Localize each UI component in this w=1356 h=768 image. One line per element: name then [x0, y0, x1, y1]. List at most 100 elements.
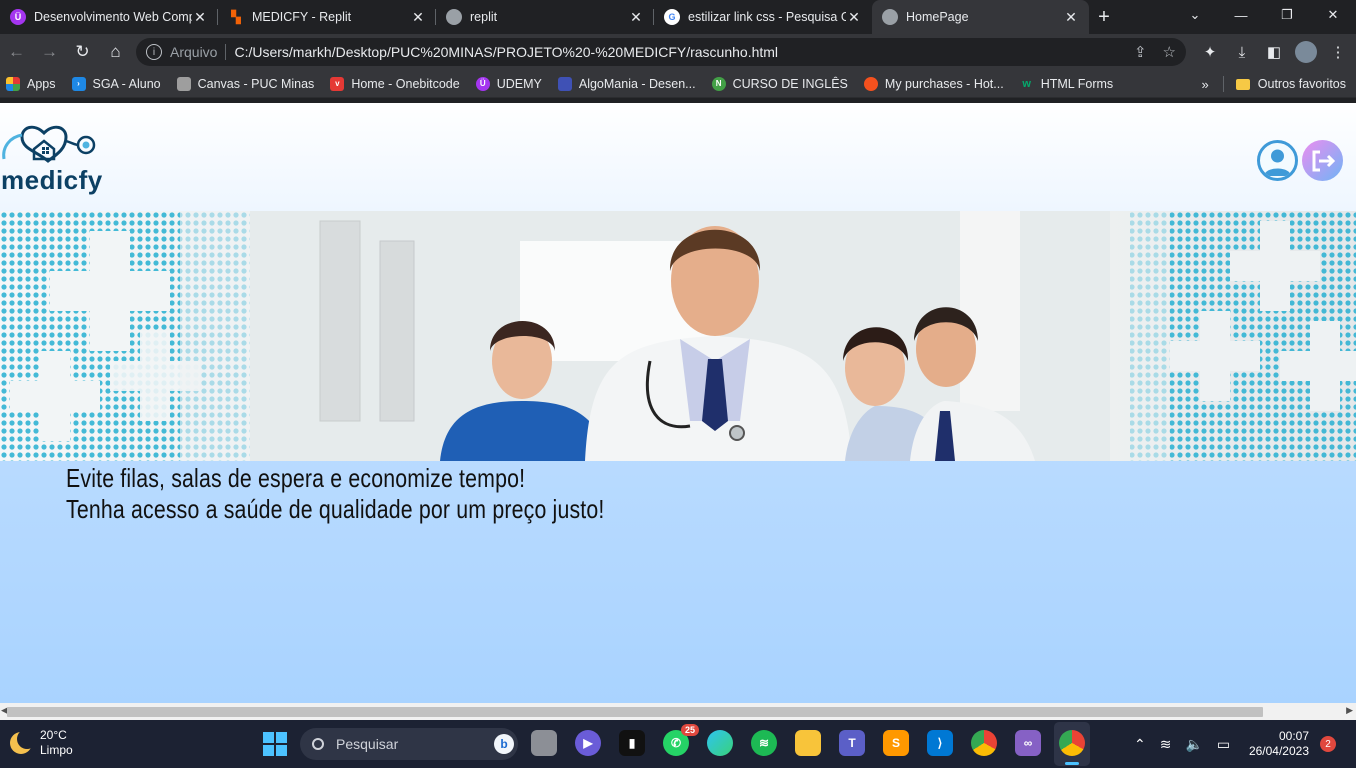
curso-icon: N	[711, 76, 726, 91]
chrome-icon[interactable]	[971, 730, 997, 756]
bookmark-html-forms[interactable]: w HTML Forms	[1020, 77, 1113, 91]
file-explorer-icon[interactable]	[795, 730, 821, 756]
bookmarks-right: » Outros favoritos	[1202, 70, 1346, 98]
restore-icon[interactable]: ❐	[1264, 0, 1310, 30]
close-icon[interactable]: ✕	[1063, 9, 1079, 26]
bookmarks-overflow-button[interactable]: »	[1202, 77, 1209, 92]
bookmark-algomania[interactable]: AlgoMania - Desen...	[557, 76, 696, 91]
audio-app-icon[interactable]: ▮	[619, 730, 645, 756]
tab-title: Desenvolvimento Web Comp	[34, 10, 192, 24]
bookmark-label: UDEMY	[496, 76, 542, 91]
horizontal-scrollbar[interactable]: ◀ ▶	[0, 703, 1356, 720]
tagline-line-1: Evite filas, salas de espera e economize…	[66, 463, 526, 493]
minimize-icon[interactable]: —	[1218, 0, 1264, 30]
close-icon[interactable]: ✕	[628, 9, 644, 26]
downloads-icon[interactable]: ⤓	[1226, 38, 1258, 66]
bookmark-label: AlgoMania - Desen...	[578, 76, 696, 91]
taskbar-search[interactable]: Pesquisar b	[300, 728, 518, 760]
menu-icon[interactable]: ⋮	[1322, 38, 1354, 66]
user-profile-icon[interactable]	[1257, 140, 1298, 181]
bookmark-star-icon[interactable]: ☆	[1163, 43, 1176, 61]
tab-title: MEDICFY - Replit	[252, 10, 352, 24]
start-button[interactable]	[263, 732, 287, 756]
close-icon[interactable]: ✕	[192, 9, 208, 26]
address-bar[interactable]: i Arquivo C:/Users/markh/Desktop/PUC%20M…	[136, 38, 1186, 66]
bookmark-label: HTML Forms	[1040, 76, 1114, 91]
google-icon: G	[664, 9, 680, 25]
sublime-icon[interactable]: S	[883, 730, 909, 756]
close-window-icon[interactable]: ✕	[1310, 0, 1356, 30]
canvas-icon	[176, 76, 191, 91]
profile-avatar[interactable]	[1295, 41, 1317, 63]
folder-icon	[1235, 78, 1250, 90]
page-viewport: medicfy Evite filas, salas de espera e e…	[0, 103, 1356, 703]
share-icon[interactable]: ⇪	[1134, 43, 1147, 61]
bookmark-label: Apps	[27, 76, 56, 91]
bookmark-apps[interactable]: Apps	[6, 76, 56, 91]
browser-toolbar: ← → ↻ ⌂ i Arquivo C:/Users/markh/Desktop…	[0, 34, 1356, 70]
volume-icon[interactable]: 🔈	[1185, 736, 1202, 753]
url-text[interactable]: C:/Users/markh/Desktop/PUC%20MINAS/PROJE…	[234, 44, 1118, 60]
tab-replit[interactable]: replit ✕	[436, 0, 654, 34]
bookmark-onebitcode[interactable]: v Home - Onebitcode	[330, 76, 460, 91]
bookmark-hotmart[interactable]: My purchases - Hot...	[863, 76, 1004, 91]
close-icon[interactable]: ✕	[410, 9, 426, 26]
scroll-right-icon[interactable]: ▶	[1346, 705, 1353, 716]
onebitcode-icon: v	[330, 76, 345, 91]
tab-desenvolvimento[interactable]: Ü Desenvolvimento Web Comp ✕	[0, 0, 218, 34]
close-icon[interactable]: ✕	[846, 9, 862, 26]
weather-widget[interactable]: 20°C Limpo	[10, 728, 73, 758]
forward-icon[interactable]: →	[33, 36, 66, 68]
search-placeholder: Pesquisar	[336, 736, 399, 752]
tab-google-search[interactable]: G estilizar link css - Pesquisa Go ✕	[654, 0, 872, 34]
tab-search-icon[interactable]: ⌄	[1172, 0, 1218, 30]
bookmark-curso-ingles[interactable]: N CURSO DE INGLÊS	[711, 76, 848, 91]
other-bookmarks-button[interactable]: Outros favoritos	[1258, 77, 1346, 91]
tab-title: HomePage	[906, 10, 969, 24]
tab-homepage[interactable]: HomePage ✕	[872, 0, 1089, 34]
notification-badge[interactable]: 2	[1320, 736, 1336, 752]
scrollbar-thumb[interactable]	[7, 707, 1263, 717]
moon-icon	[10, 729, 37, 754]
tab-title: estilizar link css - Pesquisa Go	[688, 10, 846, 24]
bookmarks-bar: Apps › SGA - Aluno Canvas - PUC Minas v …	[0, 70, 1356, 98]
tray-overflow-icon[interactable]: ⌃	[1134, 736, 1146, 753]
replit-icon: ▚	[231, 10, 241, 24]
extensions-icon[interactable]: ✦	[1194, 38, 1226, 66]
tab-title: replit	[470, 10, 498, 24]
edge-icon[interactable]	[707, 730, 733, 756]
reload-icon[interactable]: ↻	[66, 36, 99, 68]
visual-studio-icon[interactable]: ∞	[1015, 730, 1041, 756]
whatsapp-icon[interactable]: ✆ 25	[663, 724, 699, 756]
bookmark-sga[interactable]: › SGA - Aluno	[71, 76, 161, 91]
new-tab-button[interactable]: +	[1089, 0, 1119, 34]
omnibox-divider	[225, 44, 227, 60]
side-panel-icon[interactable]: ◧	[1258, 38, 1290, 66]
chrome-profile-icon[interactable]	[1059, 730, 1085, 756]
globe-icon	[446, 9, 462, 25]
logout-icon[interactable]	[1302, 140, 1343, 181]
battery-icon[interactable]: ▭	[1217, 736, 1230, 753]
weather-temp: 20°C	[40, 728, 67, 742]
wifi-icon[interactable]: ≋	[1160, 736, 1172, 753]
udemy-icon: Ü	[10, 9, 26, 25]
bookmark-udemy[interactable]: Ü UDEMY	[475, 76, 542, 91]
bing-icon[interactable]: b	[494, 734, 514, 754]
task-view-icon[interactable]	[531, 730, 557, 756]
clock-date: 26/04/2023	[1248, 744, 1309, 758]
meet-icon[interactable]: ▶	[575, 730, 601, 756]
tab-medicfy-replit[interactable]: ▚ MEDICFY - Replit ✕	[218, 0, 436, 34]
back-icon[interactable]: ←	[0, 36, 33, 68]
tagline-line-2: Tenha acesso a saúde de qualidade por um…	[66, 494, 605, 524]
bookmark-canvas[interactable]: Canvas - PUC Minas	[176, 76, 314, 91]
globe-icon	[882, 9, 898, 25]
spotify-icon[interactable]: ≋	[751, 730, 777, 756]
algomania-icon	[557, 76, 572, 91]
clock[interactable]: 00:07 26/04/2023	[1247, 729, 1309, 759]
window-controls: ⌄ — ❐ ✕	[1172, 0, 1356, 34]
teams-icon[interactable]: T	[839, 730, 865, 756]
system-tray: ⌃ ≋ 🔈 ▭	[1134, 720, 1244, 768]
vscode-icon[interactable]: ⟩	[927, 730, 953, 756]
home-icon[interactable]: ⌂	[99, 36, 132, 68]
info-icon[interactable]: i	[146, 44, 162, 60]
